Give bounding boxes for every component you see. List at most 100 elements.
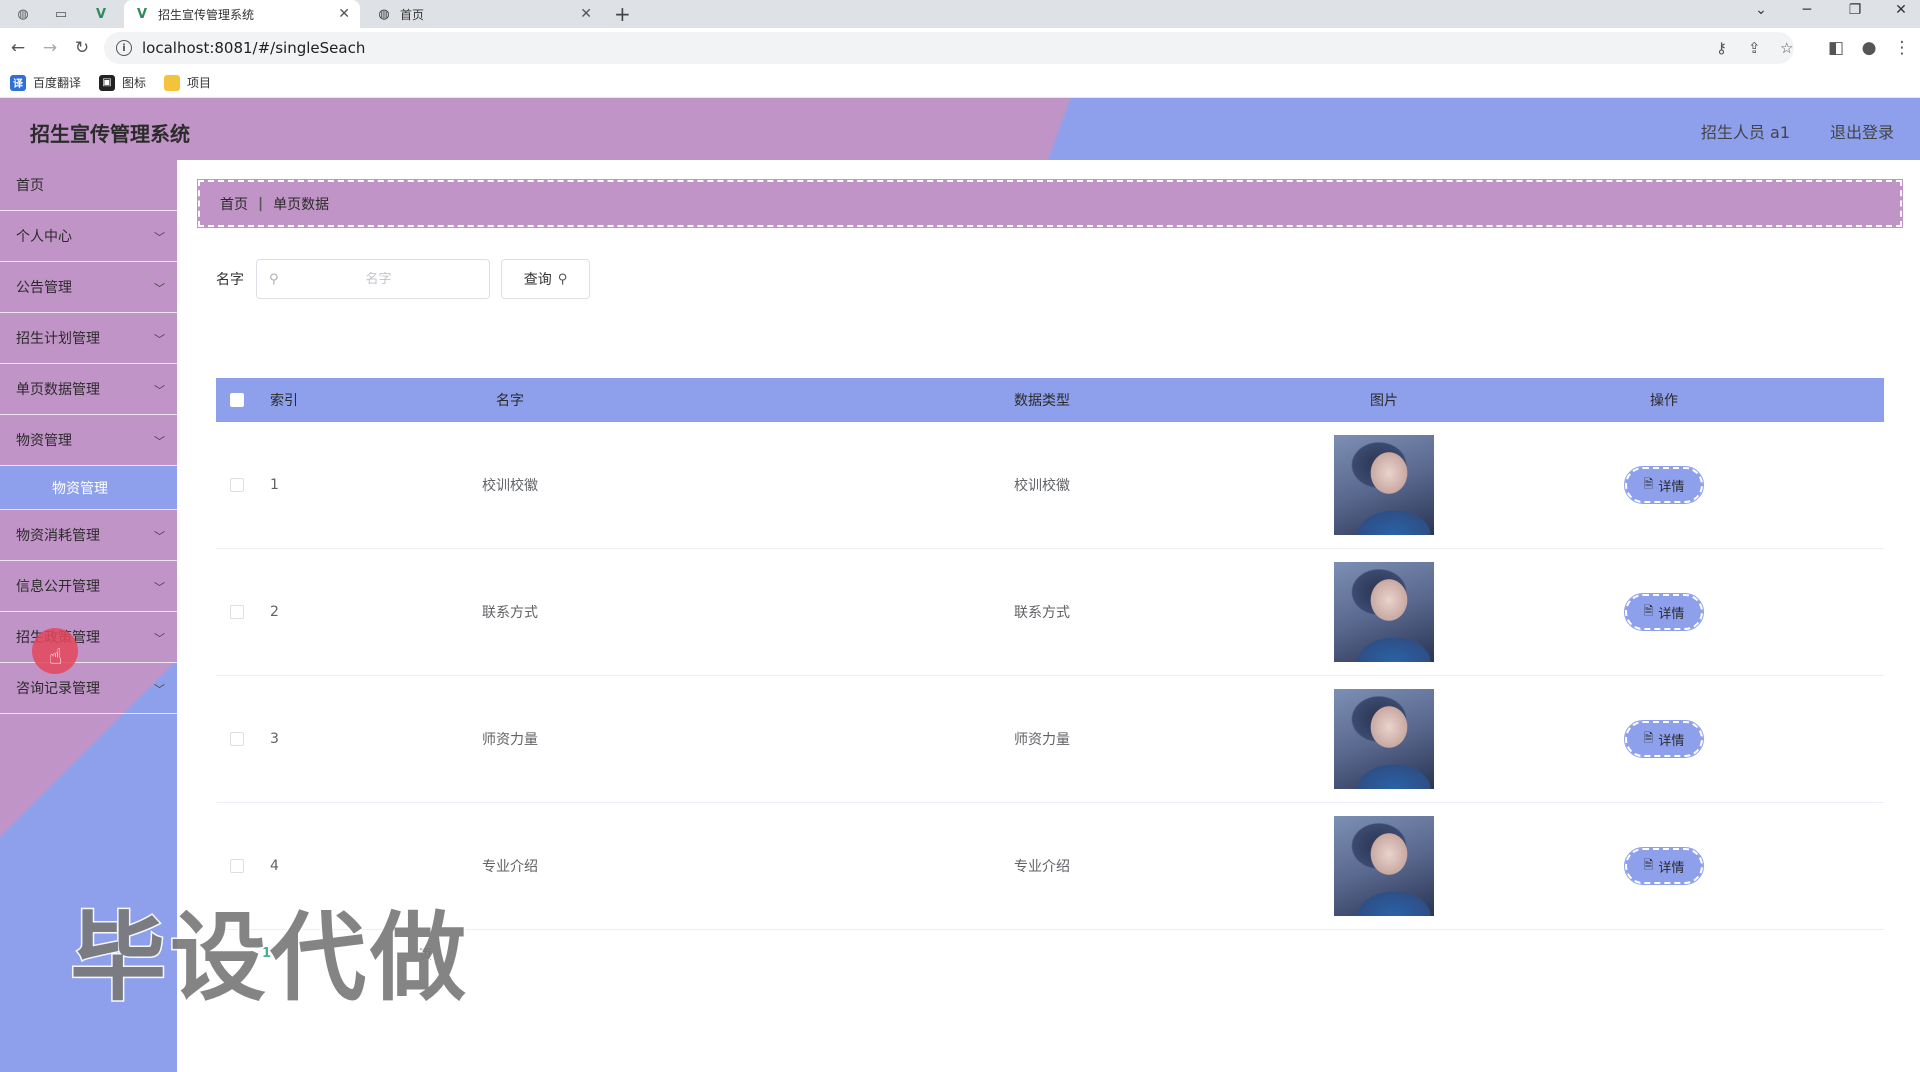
vue-icon: V xyxy=(136,6,148,22)
tab-active[interactable]: V 招生宣传管理系统 ✕ xyxy=(124,0,360,28)
sidebar-item-home[interactable]: 首页 xyxy=(0,160,177,211)
sidebar-item-consultation[interactable]: 咨询记录管理 ﹀ xyxy=(0,663,177,714)
search-icon: ⚲ xyxy=(269,271,279,287)
header-image: 图片 xyxy=(1370,393,1398,409)
row-checkbox[interactable] xyxy=(230,859,244,873)
sidebar-item-label: 信息公开管理 xyxy=(16,579,100,595)
tab-home[interactable]: ◍ 首页 ✕ xyxy=(366,0,602,28)
minimize-button[interactable]: ─ xyxy=(1792,2,1822,18)
cell-name: 联系方式 xyxy=(482,605,538,621)
row-checkbox[interactable] xyxy=(230,732,244,746)
cell-index: 2 xyxy=(270,604,279,620)
header-name: 名字 xyxy=(496,393,524,409)
tab-search-icon[interactable]: ⌄ xyxy=(1746,2,1776,18)
reload-icon[interactable]: ↻ xyxy=(70,36,94,60)
sidebar-item-label: 咨询记录管理 xyxy=(16,681,100,697)
sidebar-subitem-materials[interactable]: 物资管理 xyxy=(0,466,177,510)
breadcrumb-separator: | xyxy=(258,195,264,212)
key-icon[interactable]: ⚷ xyxy=(1716,32,1727,64)
sidebar-item-materials[interactable]: 物资管理 ﹀ xyxy=(0,415,177,466)
document-icon: 🗎 xyxy=(1643,730,1654,745)
current-user: 招生人员 a1 xyxy=(1700,123,1790,142)
address-bar[interactable]: i localhost:8081/#/singleSeach ⚷ ⇪ ☆ xyxy=(104,32,1794,64)
sidebar-item-label: 物资消耗管理 xyxy=(16,528,100,544)
detail-button[interactable]: 🗎 详情 xyxy=(1624,720,1704,758)
close-window-button[interactable]: ✕ xyxy=(1886,2,1916,18)
sidebar-subitem-label: 物资管理 xyxy=(52,480,108,497)
chevron-down-icon: ﹀ xyxy=(154,231,165,244)
detail-button[interactable]: 🗎 详情 xyxy=(1624,847,1704,885)
row-image[interactable] xyxy=(1334,562,1434,662)
close-icon[interactable]: ✕ xyxy=(338,6,350,22)
bookmark-project[interactable]: 项目 xyxy=(164,74,211,91)
chevron-down-icon: ﹀ xyxy=(154,683,165,696)
back-icon[interactable]: ← xyxy=(6,36,30,60)
translate-icon: 译 xyxy=(10,74,26,91)
document-icon: 🗎 xyxy=(1643,476,1654,491)
chevron-down-icon: ﹀ xyxy=(154,632,165,645)
bookmark-label: 图标 xyxy=(122,76,147,90)
table-row: 2 联系方式 联系方式 🗎 详情 xyxy=(216,549,1884,676)
sidepanel-icon[interactable]: ◧ xyxy=(1824,36,1848,60)
row-image[interactable] xyxy=(1334,435,1434,535)
document-icon: 🗎 xyxy=(1643,603,1654,618)
url-text: localhost:8081/#/singleSeach xyxy=(142,39,366,57)
header-action: 操作 xyxy=(1650,393,1678,409)
row-checkbox[interactable] xyxy=(230,478,244,492)
sidebar-item-single-page[interactable]: 单页数据管理 ﹀ xyxy=(0,364,177,415)
detail-button-label: 详情 xyxy=(1658,606,1685,622)
iconfont-icon: ▣ xyxy=(99,74,116,91)
blank-tab-icon[interactable]: ▭ xyxy=(48,4,74,24)
detail-button[interactable]: 🗎 详情 xyxy=(1624,593,1704,631)
profile-icon[interactable]: ● xyxy=(1857,36,1881,60)
globe-icon[interactable]: ◍ xyxy=(10,4,36,24)
select-all-checkbox[interactable] xyxy=(230,393,244,407)
sidebar-item-label: 单页数据管理 xyxy=(16,382,100,398)
breadcrumb-home[interactable]: 首页 xyxy=(220,194,248,214)
sidebar-item-material-consumption[interactable]: 物资消耗管理 ﹀ xyxy=(0,510,177,561)
tab-title: 招生宣传管理系统 xyxy=(158,7,255,22)
row-checkbox[interactable] xyxy=(230,605,244,619)
row-image[interactable] xyxy=(1334,689,1434,789)
info-icon[interactable]: i xyxy=(116,40,132,56)
new-tab-button[interactable]: + xyxy=(614,2,631,26)
forward-icon[interactable]: → xyxy=(38,36,62,60)
table-row: 1 校训校徽 校训校徽 🗎 详情 xyxy=(216,422,1884,549)
sidebar-item-personal-center[interactable]: 个人中心 ﹀ xyxy=(0,211,177,262)
vue-tab-icon[interactable]: V xyxy=(88,4,114,24)
cell-name: 师资力量 xyxy=(482,732,538,748)
cell-index: 3 xyxy=(270,731,279,747)
sidebar-item-label: 招生计划管理 xyxy=(16,331,100,347)
sidebar-item-label: 个人中心 xyxy=(16,229,72,245)
folder-icon xyxy=(164,74,181,91)
share-icon[interactable]: ⇪ xyxy=(1748,32,1761,64)
search-row: 名字 ⚲ 查询 ⚲ xyxy=(216,259,590,299)
search-field[interactable]: ⚲ xyxy=(256,259,490,299)
globe-icon: ◍ xyxy=(378,6,390,22)
star-icon[interactable]: ☆ xyxy=(1780,32,1793,64)
browser-toolbar: ← → ↻ i localhost:8081/#/singleSeach ⚷ ⇪… xyxy=(0,28,1920,68)
sidebar-item-enrollment-policy[interactable]: 招生政策管理﹀ xyxy=(0,612,177,663)
header-type: 数据类型 xyxy=(1014,393,1070,409)
logout-button[interactable]: 退出登录 xyxy=(1830,119,1894,143)
sidebar-item-enrollment-plan[interactable]: 招生计划管理 ﹀ xyxy=(0,313,177,364)
bookmark-icons[interactable]: ▣ 图标 xyxy=(99,74,146,91)
sidebar-item-label: 公告管理 xyxy=(16,280,72,296)
search-input[interactable] xyxy=(288,271,469,287)
restore-button[interactable]: ❐ xyxy=(1840,2,1870,18)
sidebar-item-notice[interactable]: 公告管理 ﹀ xyxy=(0,262,177,313)
bookmark-baidu-translate[interactable]: 译 百度翻译 xyxy=(10,74,81,91)
watermark: 毕设代做 xyxy=(69,901,470,1016)
bookmark-label: 百度翻译 xyxy=(33,76,82,90)
query-button[interactable]: 查询 ⚲ xyxy=(501,259,590,299)
chevron-down-icon: ﹀ xyxy=(154,282,165,295)
search-label: 名字 xyxy=(216,272,244,288)
row-image[interactable] xyxy=(1334,816,1434,916)
chevron-down-icon: ﹀ xyxy=(154,581,165,594)
hand-cursor-icon: ☝ xyxy=(49,645,63,670)
close-icon[interactable]: ✕ xyxy=(580,6,592,22)
sidebar-item-info-disclosure[interactable]: 信息公开管理 ﹀ xyxy=(0,561,177,612)
detail-button[interactable]: 🗎 详情 xyxy=(1624,466,1704,504)
table-row: 3 师资力量 师资力量 🗎 详情 xyxy=(216,676,1884,803)
menu-icon[interactable]: ⋮ xyxy=(1890,36,1914,60)
